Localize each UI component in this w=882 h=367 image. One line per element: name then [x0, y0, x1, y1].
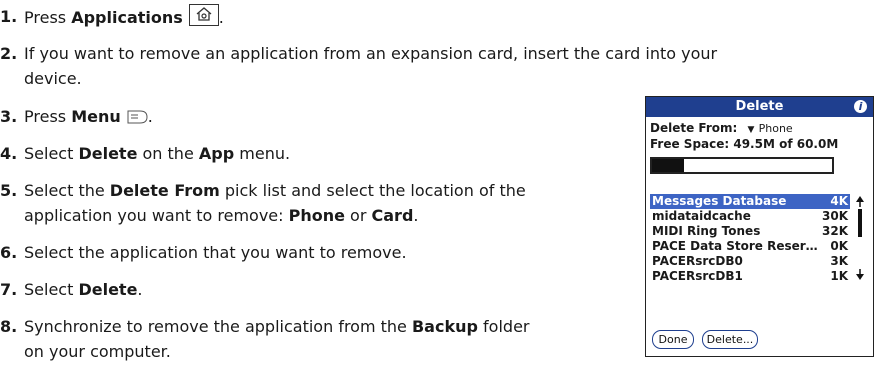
app-size: 1K [830, 269, 848, 283]
delete-from-label: Delete From: [650, 121, 738, 135]
menu-label: Menu [71, 107, 121, 126]
scroll-arrows-icon[interactable] [854, 195, 866, 281]
scrollbar[interactable] [854, 195, 866, 281]
step-number: 1. [0, 7, 18, 26]
info-icon[interactable]: i [854, 100, 867, 113]
scroll-thumb[interactable] [858, 209, 862, 237]
dialog-title-bar: Delete i [646, 97, 873, 117]
step-number: 2. [0, 44, 18, 63]
dialog-title: Delete [735, 99, 784, 114]
meter-fill [652, 159, 684, 172]
free-space-text: Free Space: 49.5M of 60.0M [650, 137, 839, 151]
free-space-meter [650, 157, 834, 174]
step-text: Press [24, 107, 72, 126]
app-size: 3K [830, 254, 848, 268]
step-number: 4. [0, 144, 18, 163]
step-text: device. [24, 69, 82, 88]
app-size: 4K [830, 194, 848, 208]
app-size: 30K [822, 209, 848, 223]
step-number: 5. [0, 181, 18, 200]
step-number: 8. [0, 317, 18, 336]
list-item[interactable]: midataidcache 30K [650, 209, 850, 224]
app-name: Messages Database [652, 194, 787, 208]
applications-label: Applications [71, 8, 183, 27]
app-name: PACERsrcDB1 [652, 269, 743, 283]
step-number: 6. [0, 243, 18, 262]
app-name: PACERsrcDB0 [652, 254, 743, 268]
step-number: 7. [0, 280, 18, 299]
app-name: MIDI Ring Tones [652, 224, 761, 238]
application-list: Messages Database 4K midataidcache 30K MIDI … [650, 194, 850, 284]
delete-button[interactable]: Delete... [702, 330, 758, 349]
list-item[interactable]: PACERsrcDB1 1K [650, 269, 850, 284]
list-item[interactable]: Messages Database 4K [650, 194, 850, 209]
step-text: If you want to remove an application fro… [24, 44, 718, 63]
app-name: midataidcache [652, 209, 751, 223]
app-size: 32K [822, 224, 848, 238]
delete-from-row: Delete From: ▼ Phone [650, 121, 793, 135]
step-number: 3. [0, 107, 18, 126]
app-size: 0K [830, 239, 848, 253]
step-text: Select the application that you want to … [24, 243, 407, 262]
device-screen: Delete i Delete From: ▼ Phone Free Space… [645, 96, 874, 357]
list-item[interactable]: MIDI Ring Tones 32K [650, 224, 850, 239]
menu-icon [127, 110, 148, 124]
step-text: on your computer. [24, 342, 171, 361]
list-item[interactable]: PACE Data Store Reser… 0K [650, 239, 850, 254]
applications-key [188, 4, 219, 26]
dropdown-triangle-icon[interactable]: ▼ [748, 125, 755, 135]
app-name: PACE Data Store Reser… [652, 239, 818, 253]
home-icon [196, 7, 212, 21]
delete-from-picklist[interactable]: Phone [759, 122, 793, 135]
done-button[interactable]: Done [652, 330, 694, 349]
list-item[interactable]: PACERsrcDB0 3K [650, 254, 850, 269]
step-text: Press [24, 8, 72, 27]
